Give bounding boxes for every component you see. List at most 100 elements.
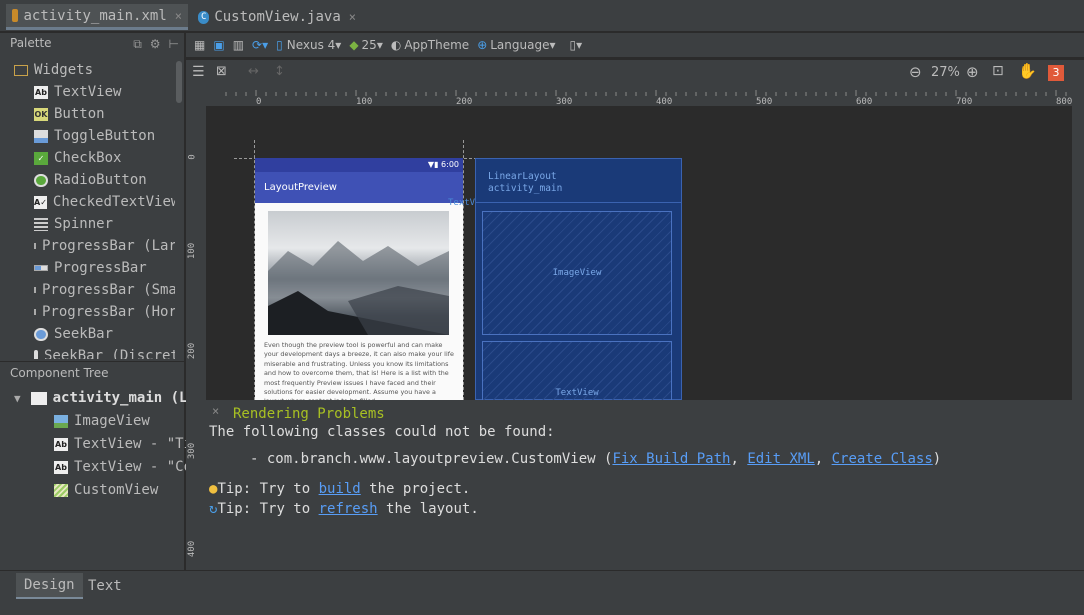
tree-item-activity-main[interactable]: ▼ activity_main (L <box>14 387 187 409</box>
zoom-in-icon[interactable]: ⊕ <box>966 63 979 81</box>
missing-class-text: - com.branch.www.layoutpreview.CustomVie… <box>250 451 613 467</box>
palette-scrollbar[interactable] <box>175 59 183 359</box>
tab-customview-java[interactable]: C CustomView.java × <box>192 4 362 30</box>
palette-item-progressbar-horizontal[interactable]: ProgressBar (Hor <box>0 301 175 323</box>
tip-text: Tip: Try to <box>217 481 319 497</box>
layout-toolbar: ▦ ▣ ▥ ⟳▾ ▯ Nexus 4 ▾ ◆ 25 ▾ ◐ AppTheme ⊕ Langu… <box>186 33 1084 57</box>
palette-item-button[interactable]: OK Button <box>0 103 175 125</box>
blueprint-divider <box>476 202 681 203</box>
app-bar: LayoutPreview <box>255 172 463 203</box>
device-frame-selector[interactable]: ▯ ▾ <box>570 38 583 52</box>
refresh-link[interactable]: refresh <box>319 501 378 517</box>
tree-item-imageview[interactable]: ImageView <box>54 410 150 432</box>
fix-build-path-link[interactable]: Fix Build Path <box>612 451 730 467</box>
status-bar: ▼▮ 6:00 <box>255 158 463 172</box>
palette-item-radiobutton[interactable]: RadioButton <box>0 169 175 191</box>
phone-icon: ▯ <box>276 38 283 52</box>
mountain-image[interactable] <box>268 211 449 335</box>
tab-activity-main-xml[interactable]: activity_main.xml × <box>6 4 188 30</box>
group-label: Widgets <box>34 62 94 78</box>
blueprint-textview[interactable]: TextView <box>482 341 672 400</box>
gear-icon[interactable]: ⚙ <box>150 37 161 52</box>
palette-item-progressbar-small[interactable]: ProgressBar (Sma <box>0 279 175 301</box>
language-selector[interactable]: ⊕ Language ▾ <box>477 38 555 52</box>
zoom-fit-icon[interactable]: ⊡ <box>992 63 1004 79</box>
palette-item-seekbar-discrete[interactable]: SeekBar (Discrete <box>0 345 175 359</box>
design-mode-icon[interactable]: ▣ <box>213 38 224 52</box>
palette-item-label: ProgressBar (Hor <box>42 304 175 320</box>
palette-item-seekbar[interactable]: SeekBar <box>0 323 175 345</box>
palette-item-textview[interactable]: Ab TextView <box>0 81 175 103</box>
checkbox-icon: ✓ <box>34 151 48 165</box>
theme-icon: ◐ <box>390 38 402 52</box>
zoom-out-icon[interactable]: ⊖ <box>909 63 922 81</box>
tree-root-label: activity_main (L <box>52 390 188 406</box>
tip-refresh: ↻Tip: Try to refresh the layout. <box>209 501 479 517</box>
imageview-icon <box>54 414 68 428</box>
textview-icon: Ab <box>34 85 48 99</box>
status-bar-bottom <box>0 600 1084 615</box>
palette-item-checkedtextview[interactable]: A✓ CheckedTextView <box>0 191 175 213</box>
blueprint-preview[interactable]: LinearLayout activity_main ImageView Tex… <box>475 158 682 400</box>
collapse-icon[interactable]: ⧉ <box>133 37 142 52</box>
palette-item-label: ProgressBar <box>54 260 147 276</box>
palette-item-label: CheckedTextView <box>52 194 175 210</box>
expand-arrow-icon[interactable]: ▼ <box>14 392 21 405</box>
edit-xml-link[interactable]: Edit XML <box>747 451 814 467</box>
infer-constraints-icon[interactable]: ↕ <box>274 64 285 79</box>
tab-label: CustomView.java <box>214 9 341 25</box>
palette-item-progressbar[interactable]: ProgressBar <box>0 257 175 279</box>
progressbar-icon <box>34 287 36 293</box>
palette-item-togglebutton[interactable]: ToggleButton <box>0 125 175 147</box>
palette-group-widgets[interactable]: Widgets <box>0 59 175 81</box>
checkedtextview-icon: A✓ <box>34 195 47 209</box>
togglebutton-icon <box>34 129 48 143</box>
close-icon[interactable]: × <box>175 9 182 23</box>
problems-message: The following classes could not be found… <box>209 424 555 440</box>
tip-text: Tip: Try to <box>217 501 319 517</box>
constraints-icon[interactable]: ⊠ <box>216 64 227 79</box>
tree-item-customview[interactable]: CustomView <box>54 479 158 501</box>
palette-item-progressbar-large[interactable]: ProgressBar (Larg <box>0 235 175 257</box>
palette-list: Widgets Ab TextView OK Button ToggleButton… <box>0 59 175 359</box>
palette-item-spinner[interactable]: Spinner <box>0 213 175 235</box>
build-link[interactable]: build <box>319 481 361 497</box>
theme-selector[interactable]: ◐ AppTheme <box>391 38 469 52</box>
hide-panel-icon[interactable]: ⊢ <box>169 37 179 52</box>
scrollbar-thumb[interactable] <box>176 61 182 103</box>
horizontal-ruler: 0 100 200 300 400 500 600 700 800 <box>206 88 1072 107</box>
progressbar-icon <box>34 309 36 315</box>
close-icon[interactable]: × <box>349 10 356 24</box>
warnings-badge[interactable]: 3 <box>1048 65 1064 81</box>
close-icon[interactable]: × <box>212 404 219 418</box>
api-label: 25 <box>361 38 377 52</box>
show-palette-icon[interactable]: ☰ <box>192 64 205 80</box>
android-icon: ◆ <box>349 38 359 52</box>
autoconnect-icon[interactable]: ↔ <box>248 64 259 79</box>
blueprint-textview-label: TextView <box>555 388 599 398</box>
tree-item-textview-title[interactable]: Ab TextView - "Ti <box>54 433 192 455</box>
component-tree-title: Component Tree <box>10 366 109 380</box>
blueprint-mode-icon[interactable]: ▥ <box>233 38 244 52</box>
design-preview-device[interactable]: ▼▮ 6:00 LayoutPreview Even though the pr… <box>255 158 463 400</box>
blueprint-header: LinearLayout activity_main <box>476 159 681 195</box>
rendering-problems-panel: × Rendering Problems The following class… <box>206 400 1072 555</box>
spinner-icon <box>34 217 48 231</box>
create-class-link[interactable]: Create Class <box>832 451 933 467</box>
device-selector[interactable]: ▯ Nexus 4 ▾ <box>276 38 341 52</box>
tab-text[interactable]: Text <box>80 573 130 599</box>
seekbar-icon <box>34 327 48 341</box>
api-selector[interactable]: ◆ 25 ▾ <box>349 38 383 52</box>
language-label: Language <box>490 38 550 52</box>
tree-item-textview-content[interactable]: Ab TextView - "Co <box>54 456 192 478</box>
palette-item-checkbox[interactable]: ✓ CheckBox <box>0 147 175 169</box>
palette-item-label: SeekBar (Discrete <box>44 348 175 359</box>
orientation-icon[interactable]: ⟳▾ <box>252 38 268 52</box>
palette-item-label: ProgressBar (Larg <box>42 238 175 254</box>
pan-icon[interactable]: ✋ <box>1018 62 1037 80</box>
progressbar-icon <box>34 243 36 249</box>
blueprint-imageview[interactable]: ImageView <box>482 211 672 335</box>
layout-variants-icon[interactable]: ▦ <box>194 38 205 52</box>
tab-design[interactable]: Design <box>16 573 83 599</box>
tab-label: activity_main.xml <box>23 7 167 24</box>
